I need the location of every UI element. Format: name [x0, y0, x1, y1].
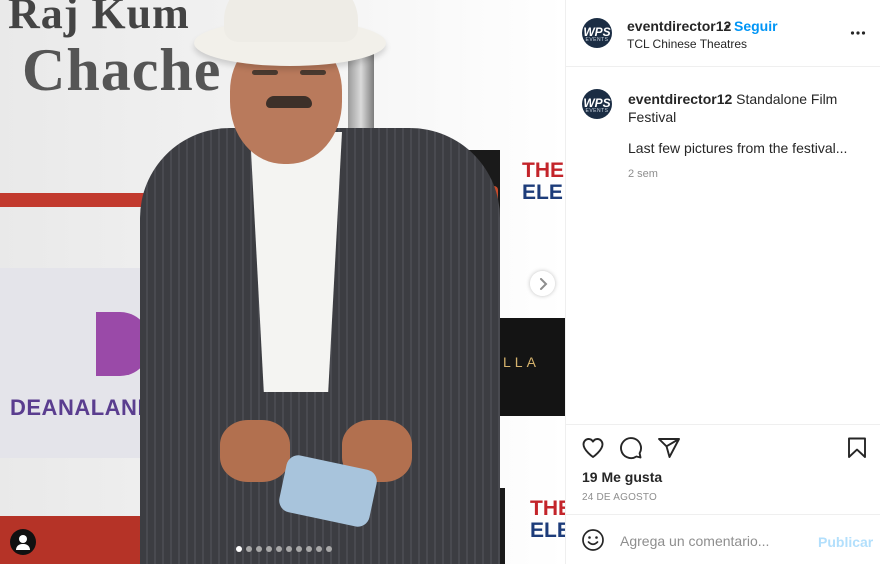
chevron-right-icon	[539, 277, 547, 290]
caption-username[interactable]: eventdirector12	[628, 91, 732, 107]
tagged-users-icon[interactable]	[10, 529, 36, 555]
post-header: WPS EVENTS eventdirector12 • Seguir TCL …	[566, 0, 880, 67]
carousel-indicator	[236, 546, 332, 552]
comment-input[interactable]	[618, 529, 812, 553]
backdrop-text-top: Raj Kum	[8, 0, 190, 38]
carousel-dot	[266, 546, 272, 552]
carousel-dot	[286, 546, 292, 552]
author-avatar[interactable]: WPS EVENTS	[582, 18, 612, 48]
more-options-button[interactable]	[850, 21, 866, 41]
carousel-dot	[246, 546, 252, 552]
person-brow	[300, 70, 326, 75]
person-brow	[252, 70, 278, 75]
comment-button[interactable]	[619, 436, 643, 465]
post-date: 24 DE AGOSTO	[582, 492, 658, 503]
carousel-dot	[276, 546, 282, 552]
likes-count[interactable]: 19 Me gusta	[582, 469, 662, 485]
like-button[interactable]	[581, 436, 605, 465]
person-mustache	[266, 96, 312, 108]
carousel-dot	[256, 546, 262, 552]
actions-divider	[566, 424, 880, 426]
carousel-dot	[316, 546, 322, 552]
comment-icon	[620, 437, 642, 460]
caption-author-avatar[interactable]: WPS EVENTS	[582, 89, 612, 119]
backdrop-text-second: Chache	[22, 37, 222, 103]
more-horizontal-icon	[850, 31, 866, 35]
backdrop-the-ele: THE ELE	[530, 497, 565, 542]
heart-icon	[582, 438, 604, 458]
backdrop-the-ele: THE ELE	[522, 159, 564, 204]
instagram-post-view: Raj Kum Chache DEANALAND PRO LLA THE ELE…	[0, 0, 880, 564]
follow-button[interactable]: Seguir	[734, 18, 778, 34]
person-hat-crown	[224, 0, 358, 42]
caption-text: Last few pictures from the festival...	[628, 140, 848, 156]
post-location[interactable]: TCL Chinese Theatres	[627, 37, 747, 51]
post-side-panel: WPS EVENTS eventdirector12 • Seguir TCL …	[565, 0, 880, 564]
publish-comment-button[interactable]: Publicar	[818, 534, 873, 550]
emoji-icon	[582, 529, 604, 551]
save-button[interactable]	[845, 436, 869, 465]
carousel-dot	[296, 546, 302, 552]
caption-time: 2 sem	[628, 168, 658, 180]
bookmark-icon	[848, 437, 866, 458]
post-photo[interactable]: Raj Kum Chache DEANALAND PRO LLA THE ELE…	[0, 0, 565, 564]
person-shirt	[250, 132, 342, 392]
share-button[interactable]	[657, 436, 681, 465]
comment-bar: Publicar	[566, 514, 880, 564]
carousel-dot	[236, 546, 242, 552]
paper-plane-icon	[658, 438, 680, 458]
backdrop-lla-text: LLA	[503, 354, 540, 370]
carousel-dot	[326, 546, 332, 552]
header-separator: •	[725, 18, 730, 34]
emoji-button[interactable]	[581, 528, 605, 557]
author-username[interactable]: eventdirector12	[627, 18, 731, 34]
next-slide-button[interactable]	[530, 271, 555, 296]
person-hand	[220, 420, 290, 482]
carousel-dot	[306, 546, 312, 552]
caption-header: eventdirector12 Standalone Film Festival	[628, 90, 858, 126]
